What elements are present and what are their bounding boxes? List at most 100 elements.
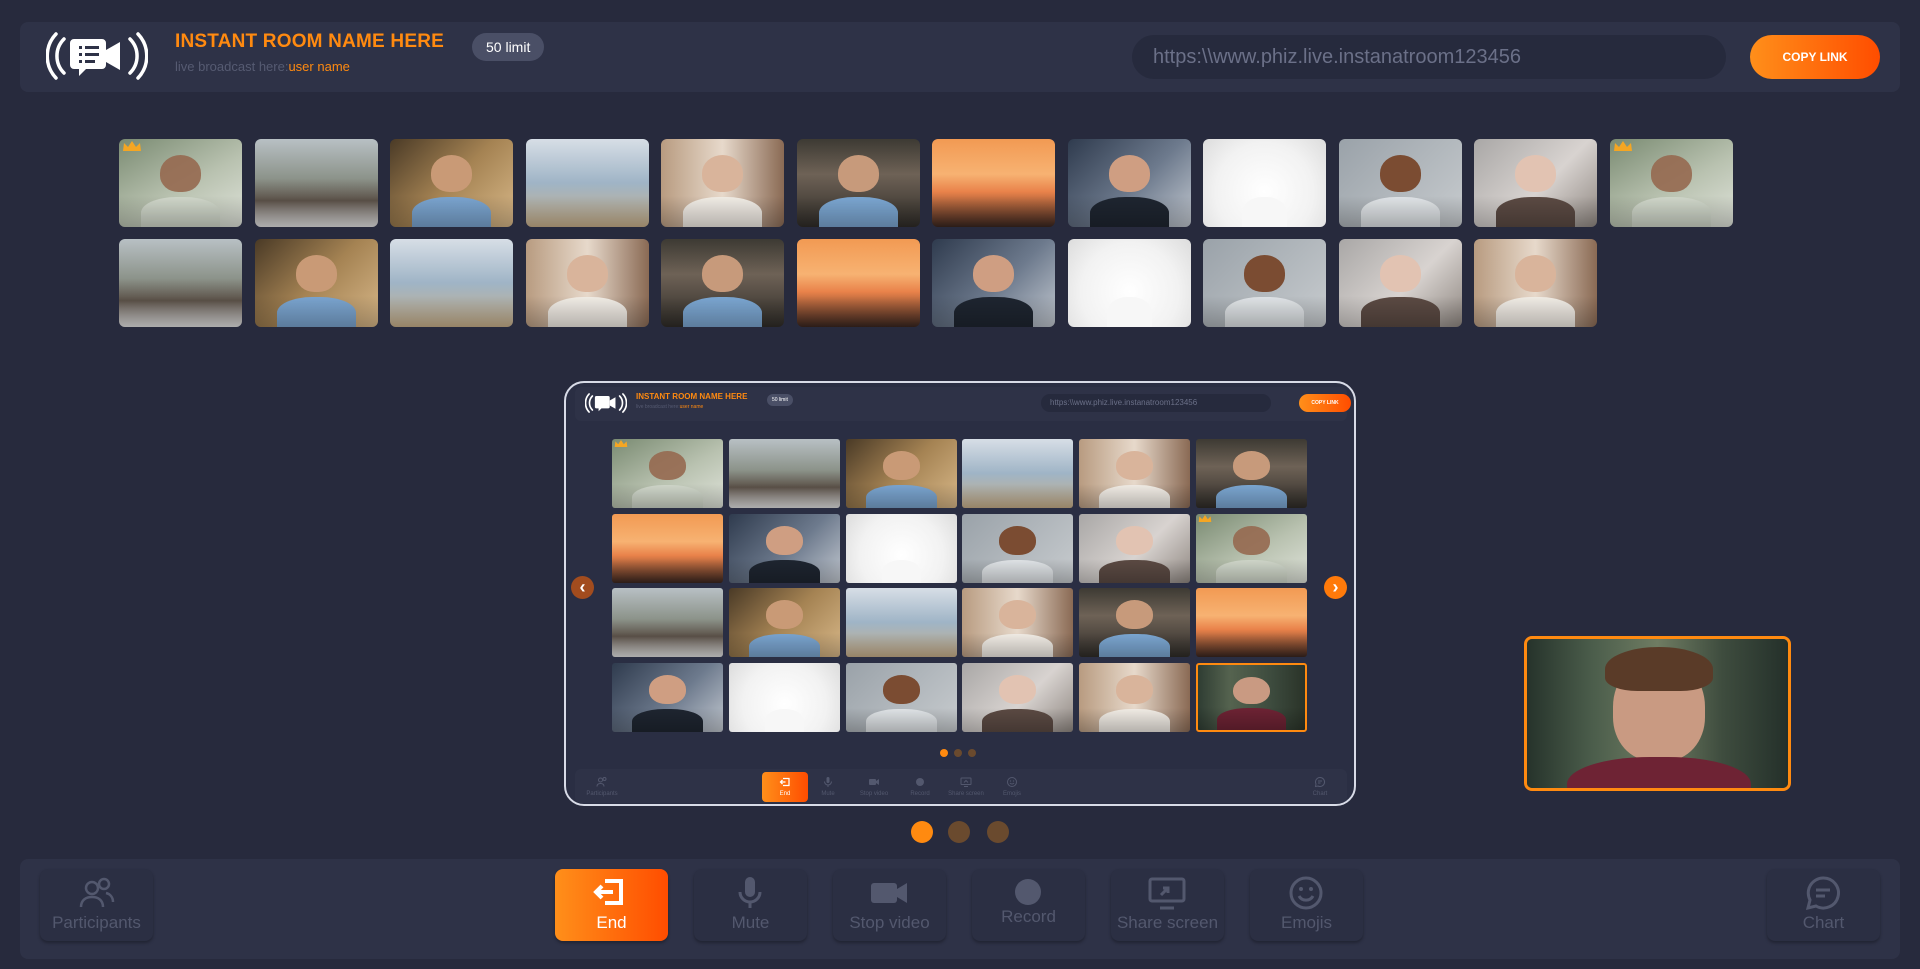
video-tile-active[interactable] — [1196, 663, 1307, 732]
participant-tile[interactable] — [661, 139, 784, 227]
mini-participants-label: Participants — [586, 791, 618, 797]
participant-tile[interactable] — [1203, 139, 1326, 227]
mini-room-url-field: https:\\www.phiz.live.instanatroom123456 — [1041, 394, 1271, 412]
mini-chat-label: Chart — [1312, 791, 1328, 797]
video-tile[interactable] — [846, 588, 957, 657]
page-dot[interactable] — [987, 821, 1009, 843]
end-label: End — [596, 913, 627, 932]
mini-page-dot[interactable] — [954, 749, 962, 757]
participant-thumbnails — [119, 139, 1734, 329]
participant-tile[interactable] — [1474, 239, 1597, 327]
video-tile[interactable] — [612, 439, 723, 508]
mini-limit-badge: 50 limit — [767, 394, 793, 406]
mini-room-subtitle: live broadcast here:user name — [636, 404, 703, 410]
participant-tile[interactable] — [1339, 139, 1462, 227]
video-tile[interactable] — [729, 514, 840, 583]
room-url-field[interactable]: https:\\www.phiz.live.instanatroom123456 — [1132, 35, 1726, 79]
video-tile[interactable] — [1079, 514, 1190, 583]
mini-end-button: End — [762, 772, 808, 802]
page-dot-active[interactable] — [911, 821, 933, 843]
video-tile[interactable] — [729, 588, 840, 657]
previous-page-arrow[interactable]: ‹ — [571, 576, 594, 599]
video-tile[interactable] — [962, 588, 1073, 657]
chat-icon — [1314, 776, 1326, 788]
self-video-preview[interactable] — [1524, 636, 1791, 791]
participant-tile[interactable] — [1339, 239, 1462, 327]
mini-end-label: End — [779, 791, 791, 797]
share-screen-button[interactable]: Share screen — [1111, 869, 1224, 941]
participant-tile[interactable] — [932, 239, 1055, 327]
participants-icon — [596, 777, 607, 787]
mute-button[interactable]: Mute — [694, 869, 807, 941]
end-icon — [593, 879, 623, 905]
participant-tile[interactable] — [255, 239, 378, 327]
video-tile[interactable] — [1079, 663, 1190, 732]
mini-mute-label: Mute — [821, 791, 835, 797]
participant-tile[interactable] — [1203, 239, 1326, 327]
end-call-button[interactable]: End — [555, 869, 668, 941]
chat-icon — [1805, 876, 1840, 911]
video-tile[interactable] — [1079, 439, 1190, 508]
video-tile[interactable] — [1196, 588, 1307, 657]
microphone-icon — [824, 777, 832, 787]
video-tile[interactable] — [962, 439, 1073, 508]
page-dot[interactable] — [948, 821, 970, 843]
video-tile[interactable] — [729, 663, 840, 732]
room-subtitle: live broadcast here:user name — [175, 59, 350, 74]
video-tile[interactable] — [612, 514, 723, 583]
video-tile[interactable] — [1079, 588, 1190, 657]
emoji-icon — [1289, 876, 1323, 910]
participant-tile[interactable] — [1610, 139, 1733, 227]
video-tile[interactable] — [962, 514, 1073, 583]
participant-tile[interactable] — [119, 139, 242, 227]
stop-video-button[interactable]: Stop video — [833, 869, 946, 941]
emojis-button[interactable]: Emojis — [1250, 869, 1363, 941]
participant-tile[interactable] — [390, 139, 513, 227]
mini-stop-video-button: Stop video — [851, 772, 897, 802]
video-tile[interactable] — [1196, 514, 1307, 583]
participant-tile[interactable] — [255, 139, 378, 227]
record-button[interactable]: Record — [972, 869, 1085, 941]
video-tile[interactable] — [962, 663, 1073, 732]
participant-tile[interactable] — [119, 239, 242, 327]
mini-stop-video-label: Stop video — [859, 791, 889, 797]
mini-participants-button: Participants — [579, 772, 625, 802]
participant-tile[interactable] — [390, 239, 513, 327]
video-tile[interactable] — [846, 514, 957, 583]
mini-page-dot[interactable] — [968, 749, 976, 757]
copy-link-button[interactable]: COPY LINK — [1750, 35, 1880, 79]
user-name-link[interactable]: user name — [288, 59, 349, 74]
video-camera-icon — [869, 779, 879, 785]
participant-tile[interactable] — [1068, 139, 1191, 227]
emoji-icon — [1007, 777, 1017, 787]
video-tile[interactable] — [846, 663, 957, 732]
microphone-icon — [738, 877, 762, 908]
mini-emojis-button: Emojis — [989, 772, 1035, 802]
participant-tile[interactable] — [526, 139, 649, 227]
crown-icon — [614, 440, 628, 447]
participant-tile[interactable] — [797, 139, 920, 227]
participant-tile[interactable] — [1068, 239, 1191, 327]
participant-tile[interactable] — [661, 239, 784, 327]
next-page-arrow[interactable]: › — [1324, 576, 1347, 599]
participant-tile[interactable] — [797, 239, 920, 327]
mini-page-dot-active[interactable] — [940, 749, 948, 757]
video-grid — [612, 439, 1307, 789]
mini-copy-link-button: COPY LINK — [1299, 394, 1351, 412]
participants-button[interactable]: Participants — [40, 869, 153, 941]
mini-share-screen-label: Share screen — [948, 791, 984, 797]
participant-tile[interactable] — [1474, 139, 1597, 227]
record-icon — [1015, 879, 1041, 905]
video-tile[interactable] — [612, 588, 723, 657]
share-screen-icon — [1148, 877, 1186, 910]
participant-tile[interactable] — [526, 239, 649, 327]
mini-user-name: user name — [679, 404, 704, 410]
participant-tile[interactable] — [932, 139, 1055, 227]
video-tile[interactable] — [612, 663, 723, 732]
video-tile[interactable] — [1196, 439, 1307, 508]
video-tile[interactable] — [846, 439, 957, 508]
mini-share-screen-button: Share screen — [943, 772, 989, 802]
video-tile[interactable] — [729, 439, 840, 508]
call-toolbar: Participants End Mute Stop video Record … — [20, 859, 1900, 959]
chat-button[interactable]: Chart — [1767, 869, 1880, 941]
